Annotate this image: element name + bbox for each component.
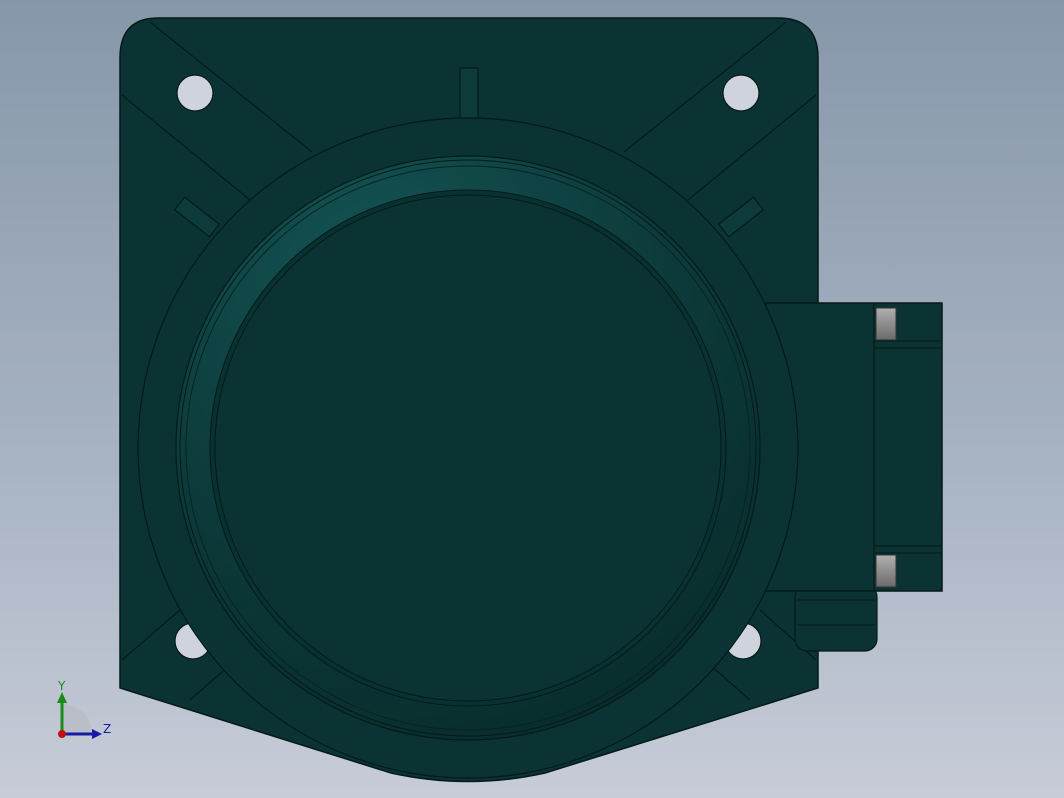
graphics-viewport[interactable]: Y Z <box>0 0 1064 798</box>
motor-body <box>137 117 799 779</box>
coordinate-triad: Y Z <box>57 679 111 739</box>
axis-y-label: Y <box>57 679 66 693</box>
model-view[interactable]: Y Z <box>0 0 1064 798</box>
axis-z-label: Z <box>103 722 111 736</box>
